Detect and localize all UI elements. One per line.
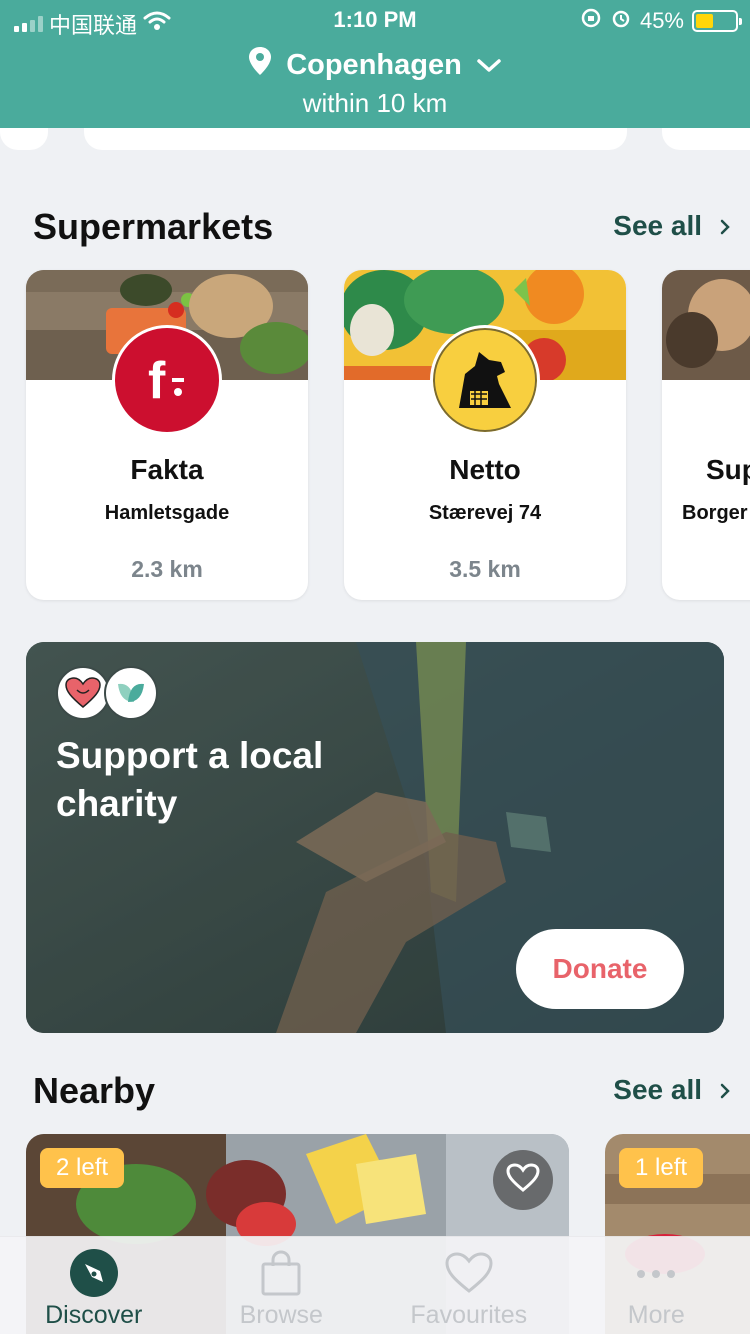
card-edge <box>0 128 48 150</box>
heart-icon[interactable] <box>444 1251 494 1300</box>
svg-text:f: f <box>148 352 166 410</box>
store-name: Netto <box>449 454 521 485</box>
more-dots-icon[interactable] <box>636 1266 676 1284</box>
rotation-lock-icon <box>580 7 602 35</box>
location-city[interactable]: Copenhagen <box>286 49 462 82</box>
tab-label[interactable]: Favourites <box>375 1301 563 1330</box>
location-selector[interactable]: Copenhagen within 10 km <box>0 46 750 119</box>
quantity-badge: 1 left <box>619 1148 704 1188</box>
favourite-button[interactable] <box>493 1150 553 1210</box>
alarm-icon <box>610 7 632 35</box>
bag-icon[interactable] <box>259 1249 303 1301</box>
chevron-right-icon[interactable] <box>720 1074 730 1106</box>
store-banner-image <box>662 270 750 380</box>
see-all-nearby[interactable]: See all <box>613 1074 730 1106</box>
see-all-supermarkets[interactable]: See all <box>613 210 730 242</box>
tab-label[interactable]: Discover <box>0 1301 188 1330</box>
smiling-heart-icon <box>56 666 110 720</box>
store-card-partial[interactable]: Sup Borger <box>662 270 750 600</box>
card-edge <box>84 128 627 150</box>
heart-outline-icon[interactable] <box>506 1162 540 1198</box>
donate-button[interactable]: Donate <box>516 929 684 1009</box>
section-title-supermarkets: Supermarkets <box>33 206 274 247</box>
store-address: Stærevej 74 <box>428 502 542 524</box>
card-edge <box>662 128 750 150</box>
store-address: Hamletsgade <box>104 502 230 524</box>
store-name: Fakta <box>130 454 204 485</box>
store-name: Sup <box>706 454 750 485</box>
location-radius[interactable]: within 10 km <box>0 88 750 119</box>
chevron-down-icon[interactable] <box>476 49 502 82</box>
store-distance: 3.5 km <box>449 556 521 582</box>
quantity-badge: 2 left <box>40 1148 125 1188</box>
app-screen: 中国联通 1:10 PM 45% Copenhagen within 10 km… <box>0 0 750 1334</box>
chevron-right-icon[interactable] <box>720 210 730 242</box>
fakta-logo: f <box>112 325 222 435</box>
charity-icons <box>56 666 158 720</box>
status-bar: 中国联通 1:10 PM 45% <box>0 0 750 40</box>
tab-favourites[interactable]: Favourites <box>375 1237 563 1334</box>
tab-label[interactable]: More <box>563 1301 750 1330</box>
tab-browse[interactable]: Browse <box>188 1237 376 1334</box>
battery-percent: 45% <box>639 8 684 33</box>
store-card-fakta[interactable]: f Fakta Hamletsgade 2.3 km <box>26 270 308 600</box>
tab-more[interactable]: More <box>563 1237 750 1334</box>
section-title-nearby: Nearby <box>33 1070 156 1111</box>
charity-title: Support a local charity <box>56 735 324 824</box>
tab-label[interactable]: Browse <box>188 1301 376 1330</box>
location-pin-icon <box>248 46 272 84</box>
header: 中国联通 1:10 PM 45% Copenhagen within 10 km <box>0 0 750 128</box>
tab-discover[interactable]: Discover <box>0 1237 188 1334</box>
netto-logo <box>430 325 540 435</box>
see-all-label[interactable]: See all <box>613 210 702 242</box>
store-distance: 2.3 km <box>131 556 203 582</box>
battery-icon <box>692 10 742 32</box>
charity-banner[interactable]: Support a local charity Donate <box>26 642 724 1033</box>
compass-icon[interactable] <box>69 1248 118 1302</box>
tab-bar: Discover Browse Favourites More <box>0 1236 750 1334</box>
store-card-netto[interactable]: Netto Stærevej 74 3.5 km <box>344 270 626 600</box>
leaf-icon <box>104 666 158 720</box>
see-all-label[interactable]: See all <box>613 1074 702 1106</box>
store-address: Borger <box>682 502 748 524</box>
